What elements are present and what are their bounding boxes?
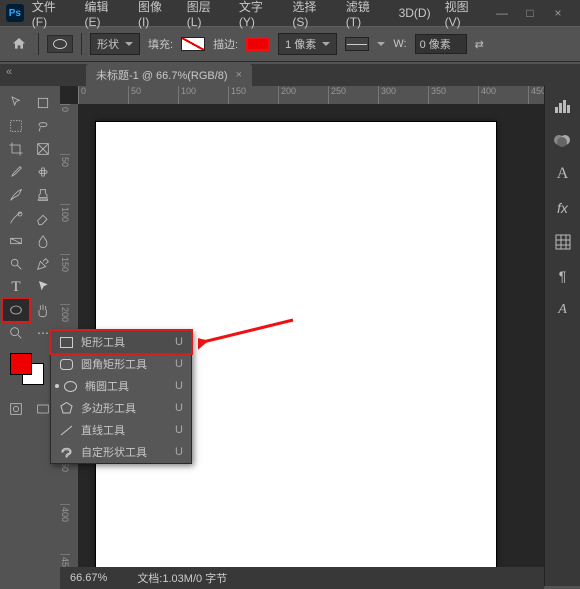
ruler-horizontal: 050100 150200250 300350400 450500 xyxy=(78,86,544,104)
document-tab-title: 未标题-1 @ 66.7%(RGB/8) xyxy=(96,67,228,83)
histogram-icon[interactable] xyxy=(553,96,573,116)
flyout-line-tool[interactable]: 直线工具 U xyxy=(51,419,191,441)
chevron-down-icon xyxy=(322,42,330,46)
character-icon[interactable]: A xyxy=(553,164,573,184)
styles-icon[interactable]: fx xyxy=(553,198,573,218)
chevron-down-icon xyxy=(377,42,385,46)
path-select-tool[interactable] xyxy=(30,276,56,298)
blur-tool[interactable] xyxy=(30,230,56,252)
glyph-icon[interactable]: A xyxy=(553,300,573,320)
flyout-rectangle-tool[interactable]: 矩形工具 U xyxy=(51,331,191,353)
stroke-style-dropdown[interactable] xyxy=(345,37,369,51)
menu-filter[interactable]: 滤镜(T) xyxy=(340,0,391,32)
shape-mode-dropdown[interactable]: 形状 xyxy=(90,33,140,55)
polygon-icon xyxy=(59,402,73,414)
healing-tool[interactable] xyxy=(30,161,56,183)
status-bar: 66.67% 文档:1.03M/0 字节 xyxy=(60,567,544,589)
quickmask-toggle[interactable] xyxy=(3,398,29,420)
eyedropper-tool[interactable] xyxy=(3,161,29,183)
rectangle-icon xyxy=(59,336,73,348)
zoom-level[interactable]: 66.67% xyxy=(70,572,107,584)
eraser-tool[interactable] xyxy=(30,207,56,229)
move-tool[interactable] xyxy=(3,92,29,114)
link-icon[interactable]: ⇄ xyxy=(475,38,484,51)
menu-view[interactable]: 视图(V) xyxy=(439,0,490,32)
document-tab[interactable]: 未标题-1 @ 66.7%(RGB/8) × xyxy=(86,64,252,86)
zoom-tool[interactable] xyxy=(3,322,29,344)
lasso-tool[interactable] xyxy=(30,115,56,137)
stamp-tool[interactable] xyxy=(30,184,56,206)
history-brush-tool[interactable] xyxy=(3,207,29,229)
collapse-panels-icon[interactable]: « xyxy=(6,66,12,78)
width-input[interactable] xyxy=(415,34,467,54)
brush-tool[interactable] xyxy=(3,184,29,206)
flyout-rounded-rectangle-tool[interactable]: 圆角矩形工具 U xyxy=(51,353,191,375)
paragraph-icon[interactable]: ¶ xyxy=(553,266,573,286)
menu-edit[interactable]: 编辑(E) xyxy=(79,0,130,32)
chevron-down-icon xyxy=(125,42,133,46)
ellipse-icon xyxy=(63,380,77,392)
menu-type[interactable]: 文字(Y) xyxy=(233,0,284,32)
menu-image[interactable]: 图像(I) xyxy=(132,0,179,32)
menu-3d[interactable]: 3D(D) xyxy=(393,3,437,23)
right-panel-rail: A fx ¶ A xyxy=(544,86,580,586)
menu-layer[interactable]: 图层(L) xyxy=(181,0,231,32)
window-controls: — □ × xyxy=(492,6,574,20)
swatches-icon[interactable] xyxy=(553,130,573,150)
flyout-custom-shape-tool[interactable]: 自定形状工具 U xyxy=(51,441,191,463)
menu-bar: Ps 文件(F) 编辑(E) 图像(I) 图层(L) 文字(Y) 选择(S) 滤… xyxy=(0,0,580,26)
shape-tool[interactable] xyxy=(3,299,29,321)
dodge-tool[interactable] xyxy=(3,253,29,275)
frame-tool[interactable] xyxy=(30,138,56,160)
width-label: W: xyxy=(393,38,406,50)
rounded-rectangle-icon xyxy=(59,358,73,370)
layers-icon[interactable] xyxy=(553,232,573,252)
maximize-button[interactable]: □ xyxy=(520,6,540,20)
flyout-ellipse-tool[interactable]: 椭圆工具 U xyxy=(51,375,191,397)
stroke-label: 描边: xyxy=(213,36,238,52)
home-icon[interactable] xyxy=(8,33,30,55)
fill-label: 填充: xyxy=(148,36,173,52)
color-swatches[interactable] xyxy=(6,351,54,387)
fill-swatch[interactable] xyxy=(181,37,205,51)
app-logo: Ps xyxy=(6,4,24,22)
line-icon xyxy=(59,424,73,436)
hand-tool[interactable] xyxy=(30,299,56,321)
close-button[interactable]: × xyxy=(548,6,568,20)
minimize-button[interactable]: — xyxy=(492,6,512,20)
document-info[interactable]: 文档:1.03M/0 字节 xyxy=(137,570,227,586)
marquee-tool[interactable] xyxy=(3,115,29,137)
menu-file[interactable]: 文件(F) xyxy=(26,0,77,32)
type-tool[interactable]: T xyxy=(3,276,29,298)
custom-shape-icon xyxy=(59,446,73,458)
crop-tool[interactable] xyxy=(3,138,29,160)
close-tab-icon[interactable]: × xyxy=(236,69,242,81)
menu-select[interactable]: 选择(S) xyxy=(286,0,337,32)
stroke-width-dropdown[interactable]: 1 像素 xyxy=(278,33,337,55)
flyout-polygon-tool[interactable]: 多边形工具 U xyxy=(51,397,191,419)
current-indicator-icon xyxy=(55,384,59,388)
document-tabs: 未标题-1 @ 66.7%(RGB/8) × xyxy=(0,64,580,86)
gradient-tool[interactable] xyxy=(3,230,29,252)
stroke-swatch[interactable] xyxy=(246,37,270,51)
current-tool-icon[interactable] xyxy=(47,35,73,53)
shape-tool-flyout: 矩形工具 U 圆角矩形工具 U 椭圆工具 U 多边形工具 U 直线工具 U 自定… xyxy=(50,330,192,464)
shape-mode-label: 形状 xyxy=(97,36,119,52)
pen-tool[interactable] xyxy=(30,253,56,275)
foreground-color[interactable] xyxy=(10,353,32,375)
artboard-tool[interactable] xyxy=(30,92,56,114)
